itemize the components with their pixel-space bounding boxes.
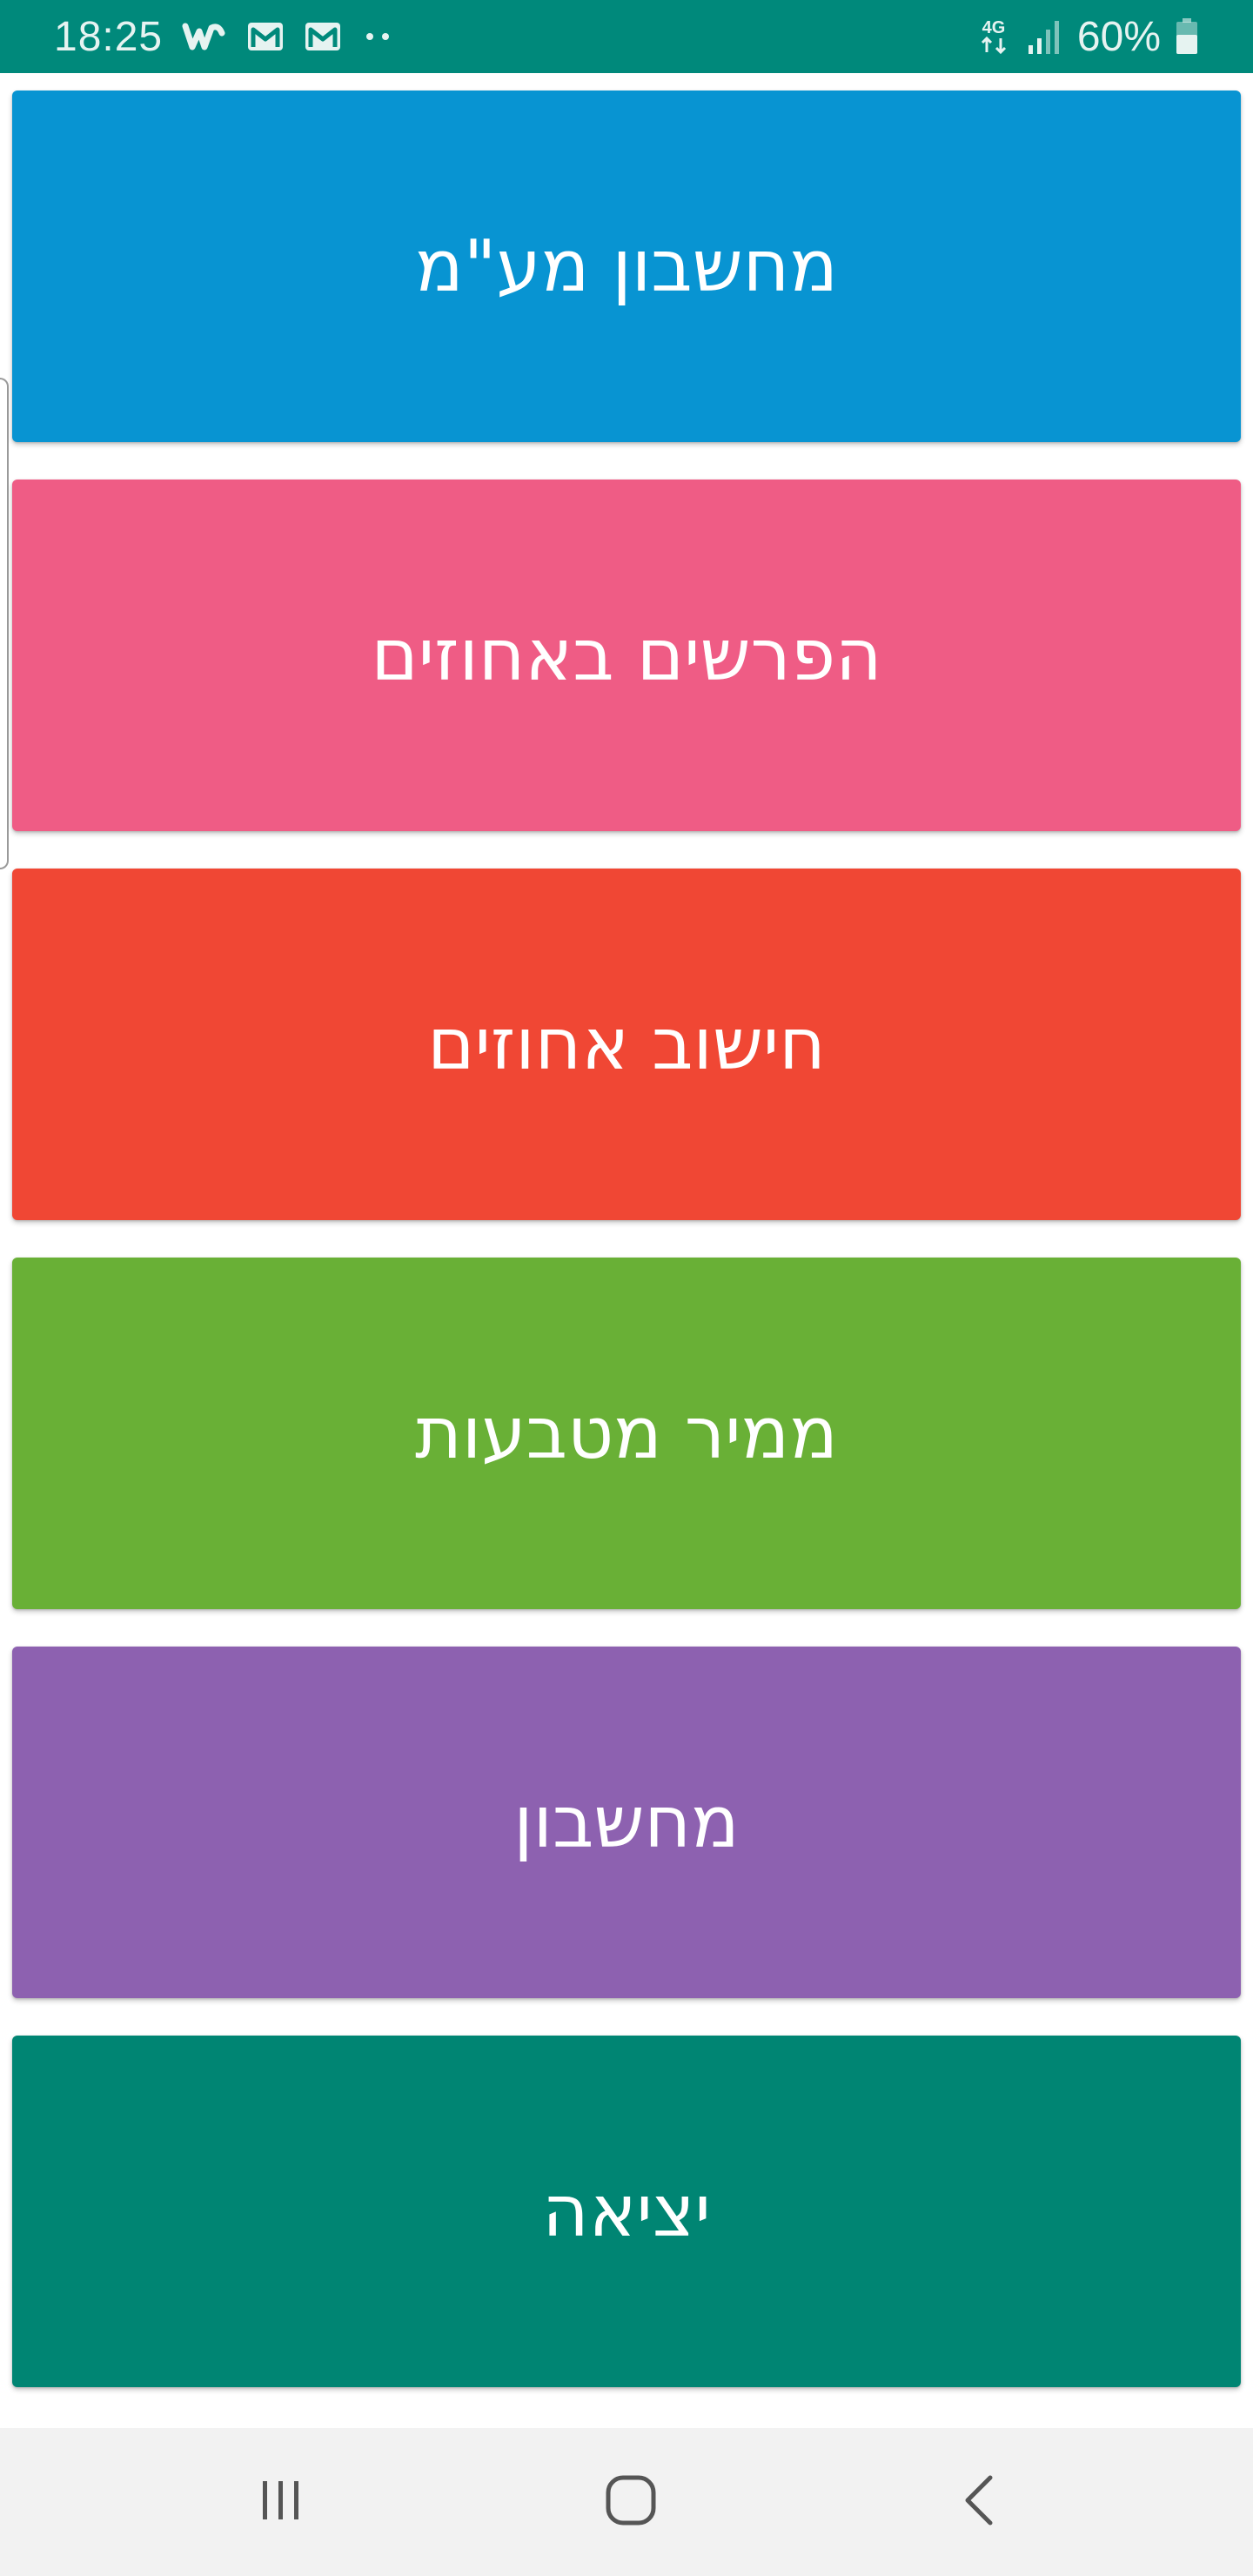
percentage-calculation-label: חישוב אחוזים bbox=[427, 1003, 826, 1086]
percentage-difference-label: הפרשים באחוזים bbox=[371, 614, 882, 697]
status-left: 18:25 bbox=[54, 0, 396, 73]
navigation-bar bbox=[0, 2428, 1253, 2576]
gmail-icon bbox=[246, 21, 285, 52]
back-button[interactable] bbox=[912, 2428, 1051, 2576]
calculator-button[interactable]: מחשבון bbox=[12, 1647, 1241, 1998]
percentage-difference-button[interactable]: הפרשים באחוזים bbox=[12, 480, 1241, 831]
network-4g-icon: 4G bbox=[976, 16, 1011, 57]
w-app-icon bbox=[182, 19, 227, 54]
calculator-label: מחשבון bbox=[513, 1781, 740, 1864]
vat-calculator-label: מחשבון מע"מ bbox=[415, 225, 838, 308]
exit-label: יציאה bbox=[542, 2170, 711, 2253]
battery-icon bbox=[1175, 17, 1199, 56]
status-right: 4G 60% bbox=[976, 0, 1199, 73]
recents-button[interactable] bbox=[211, 2428, 351, 2576]
status-bar: 18:25 4G 60% bbox=[0, 0, 1253, 73]
more-notifications-icon bbox=[361, 28, 396, 45]
vat-calculator-button[interactable]: מחשבון מע"מ bbox=[12, 91, 1241, 442]
status-time: 18:25 bbox=[54, 13, 164, 60]
signal-icon bbox=[1025, 17, 1063, 56]
home-icon bbox=[603, 2472, 659, 2532]
recents-icon bbox=[255, 2474, 307, 2531]
home-button[interactable] bbox=[561, 2428, 700, 2576]
exit-button[interactable]: יציאה bbox=[12, 2036, 1241, 2387]
battery-percentage: 60% bbox=[1076, 13, 1161, 60]
edge-panel-handle[interactable] bbox=[0, 378, 9, 869]
main-menu: מחשבון מע"מ הפרשים באחוזים חישוב אחוזים … bbox=[0, 73, 1253, 2428]
network-type-label: 4G bbox=[982, 18, 1006, 37]
currency-converter-button[interactable]: ממיר מטבעות bbox=[12, 1258, 1241, 1609]
currency-converter-label: ממיר מטבעות bbox=[415, 1392, 838, 1475]
percentage-calculation-button[interactable]: חישוב אחוזים bbox=[12, 869, 1241, 1220]
back-icon bbox=[955, 2472, 1008, 2532]
gmail-icon bbox=[304, 21, 342, 52]
